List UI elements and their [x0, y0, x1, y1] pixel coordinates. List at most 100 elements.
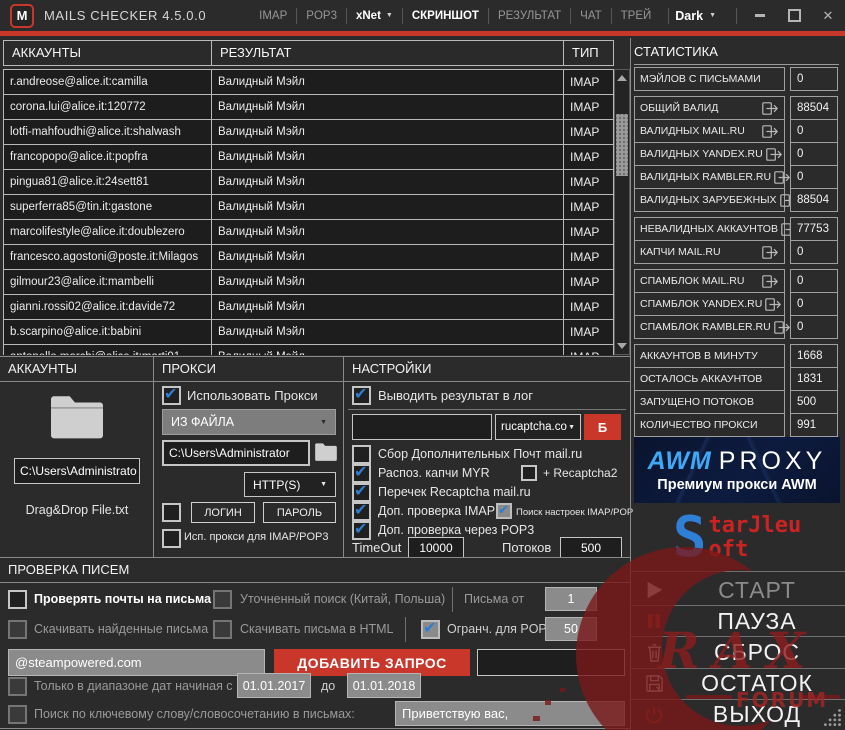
recaptcha2-checkbox[interactable] [521, 465, 537, 481]
export-icon[interactable] [774, 170, 791, 184]
minimize-button[interactable] [753, 9, 767, 23]
add-query-button[interactable]: ДОБАВИТЬ ЗАПРОС [274, 649, 470, 676]
reset-button[interactable]: СБРОС [631, 636, 845, 667]
letters-from-input[interactable]: 1 [545, 587, 597, 611]
column-header-type[interactable]: ТИП [564, 41, 613, 65]
cell-account: marcolifestyle@alice.it:doublezero [4, 220, 212, 244]
keyword-search-checkbox[interactable] [8, 705, 27, 724]
table-row[interactable]: pingua81@alice.it:24sett81 Валидный Мэйл… [4, 170, 613, 195]
soft-logo-bottom: oft [708, 537, 749, 562]
scroll-up-icon[interactable] [615, 71, 629, 85]
table-scrollbar[interactable] [614, 69, 630, 355]
accounts-panel-title: АККАУНТЫ [0, 357, 153, 382]
cell-result: Валидный Мэйл [212, 120, 564, 144]
browse-folder-icon[interactable] [313, 441, 339, 468]
settings-panel-title: НАСТРОЙКИ [344, 357, 630, 382]
close-button[interactable]: ✕ [821, 8, 835, 23]
download-html-checkbox[interactable] [213, 620, 232, 639]
export-icon[interactable] [765, 297, 782, 311]
imap-settings-search-checkbox[interactable] [496, 502, 512, 519]
stat-value: 77753 [790, 217, 838, 241]
table-row[interactable]: lotfi-mahfoudhi@alice.it:shalwash Валидн… [4, 120, 613, 145]
table-row[interactable]: antonello.marchi@alice.it:marti91 Валидн… [4, 345, 613, 355]
pop3-limit-input[interactable]: 50 [545, 617, 597, 641]
export-icon[interactable] [762, 101, 779, 115]
scroll-down-icon[interactable] [615, 339, 629, 353]
query-extra-input[interactable] [477, 649, 625, 676]
table-row[interactable]: r.andreose@alice.it:camilla Валидный Мэй… [4, 70, 613, 95]
stat-label: ВАЛИДНЫХ RAMBLER.RU [640, 171, 772, 183]
accounts-file-path-input[interactable]: C:\Users\Administrato [14, 458, 140, 484]
table-row[interactable]: superferra85@tin.it:gastone Валидный Мэй… [4, 195, 613, 220]
exit-button[interactable]: ВЫХОД [631, 698, 845, 730]
proxy-file-path-input[interactable]: C:\Users\Administrator [162, 440, 310, 466]
scrollbar-thumb[interactable] [616, 114, 628, 176]
folder-icon[interactable] [45, 391, 109, 448]
start-button[interactable]: СТАРТ [631, 575, 845, 605]
letters-from-label: Письма от [464, 592, 525, 606]
menu-item[interactable]: IMAP ▼ [250, 8, 296, 24]
maximize-button[interactable] [787, 9, 801, 23]
balance-button[interactable]: Б [584, 414, 621, 440]
menu-item[interactable]: РЕЗУЛЬТАТ ▼ [487, 7, 570, 24]
rest-button[interactable]: ОСТАТОК [631, 667, 845, 699]
window-controls: ✕ [736, 7, 835, 24]
date-from-input[interactable]: 01.01.2017 [237, 673, 311, 698]
export-icon[interactable] [762, 245, 779, 259]
proxy-auth-checkbox[interactable] [162, 503, 181, 522]
export-icon[interactable] [762, 124, 779, 138]
results-table: АККАУНТЫ РЕЗУЛЬТАТ ТИП r.andreose@alice.… [3, 40, 630, 355]
proxy-panel-title: ПРОКСИ [154, 357, 343, 382]
resize-grip[interactable] [823, 708, 842, 727]
threads-input[interactable]: 500 [560, 537, 622, 559]
app-logo-icon: M [10, 3, 34, 28]
captcha-key-input[interactable] [352, 414, 492, 440]
keyword-input[interactable]: Приветствую вас, [395, 701, 625, 726]
cell-result: Валидный Мэйл [212, 145, 564, 169]
theme-select[interactable]: Dark ▼ [668, 7, 722, 24]
pop3-limit-checkbox[interactable] [421, 618, 440, 639]
download-found-checkbox[interactable] [8, 620, 27, 639]
use-proxy-checkbox[interactable] [162, 384, 181, 405]
export-icon[interactable] [773, 320, 791, 334]
date-range-checkbox[interactable] [8, 677, 27, 696]
cell-type: IMAP [570, 100, 600, 114]
table-row[interactable]: gilmour23@alice.it:mambelli Валидный Мэй… [4, 270, 613, 295]
pop3-check-checkbox[interactable] [352, 519, 371, 540]
table-row[interactable]: corona.lui@alice.it:120772 Валидный Мэйл… [4, 95, 613, 120]
table-row[interactable]: francesco.agostoni@poste.it:Milagos Вали… [4, 245, 613, 270]
export-icon[interactable] [765, 147, 783, 161]
check-mails-checkbox[interactable] [8, 590, 27, 609]
column-header-result[interactable]: РЕЗУЛЬТАТ [212, 41, 564, 65]
menu-item[interactable]: ТРЕЙ ▼ [610, 7, 661, 24]
menu-item[interactable]: СКРИНШОТ ▼ [401, 7, 488, 24]
menu-item[interactable]: xNet ▼ [345, 7, 402, 24]
export-icon[interactable] [762, 274, 779, 288]
stat-row: ВАЛИДНЫХ RAMBLER.RU 0 [634, 165, 839, 189]
table-row[interactable]: b.scarpino@alice.it:babini Валидный Мэйл… [4, 320, 613, 345]
proxy-login-button[interactable]: ЛОГИН [191, 502, 255, 523]
cell-account: r.andreose@alice.it:camilla [4, 70, 212, 94]
proxy-for-imap-pop3-checkbox[interactable] [162, 529, 181, 548]
refined-search-checkbox[interactable] [213, 590, 232, 609]
timeout-input[interactable]: 10000 [408, 537, 464, 559]
menu-item[interactable]: ЧАТ ▼ [570, 7, 610, 24]
column-header-accounts[interactable]: АККАУНТЫ [4, 41, 212, 65]
proxy-password-button[interactable]: ПАРОЛЬ [263, 502, 336, 523]
starjleu-soft-logo[interactable]: S tarJleu oft [634, 506, 840, 570]
cell-result: Валидный Мэйл [212, 345, 564, 355]
table-row[interactable]: gianni.rossi02@alice.it:davide72 Валидны… [4, 295, 613, 320]
table-row[interactable]: marcolifestyle@alice.it:doublezero Валид… [4, 220, 613, 245]
menu-item[interactable]: POP3 ▼ [296, 7, 346, 24]
query-input[interactable]: @steampowered.com [8, 649, 265, 676]
proxy-type-select[interactable]: HTTP(S) ▼ [244, 472, 336, 497]
proxy-source-select[interactable]: ИЗ ФАЙЛА ▼ [162, 409, 336, 435]
log-output-checkbox[interactable] [352, 384, 371, 405]
captcha-service-select[interactable]: rucaptcha.co ▼ [495, 414, 581, 440]
stat-row: ВАЛИДНЫХ ЗАРУБЕЖНЫХ 88504 [634, 188, 839, 212]
pause-button[interactable]: ПАУЗА [631, 605, 845, 636]
table-row[interactable]: francopopo@alice.it:popfra Валидный Мэйл… [4, 145, 613, 170]
cell-account: corona.lui@alice.it:120772 [4, 95, 212, 119]
date-to-input[interactable]: 01.01.2018 [347, 673, 421, 698]
awm-proxy-banner[interactable]: AWM PROXY Премиум прокси AWM [634, 437, 840, 503]
